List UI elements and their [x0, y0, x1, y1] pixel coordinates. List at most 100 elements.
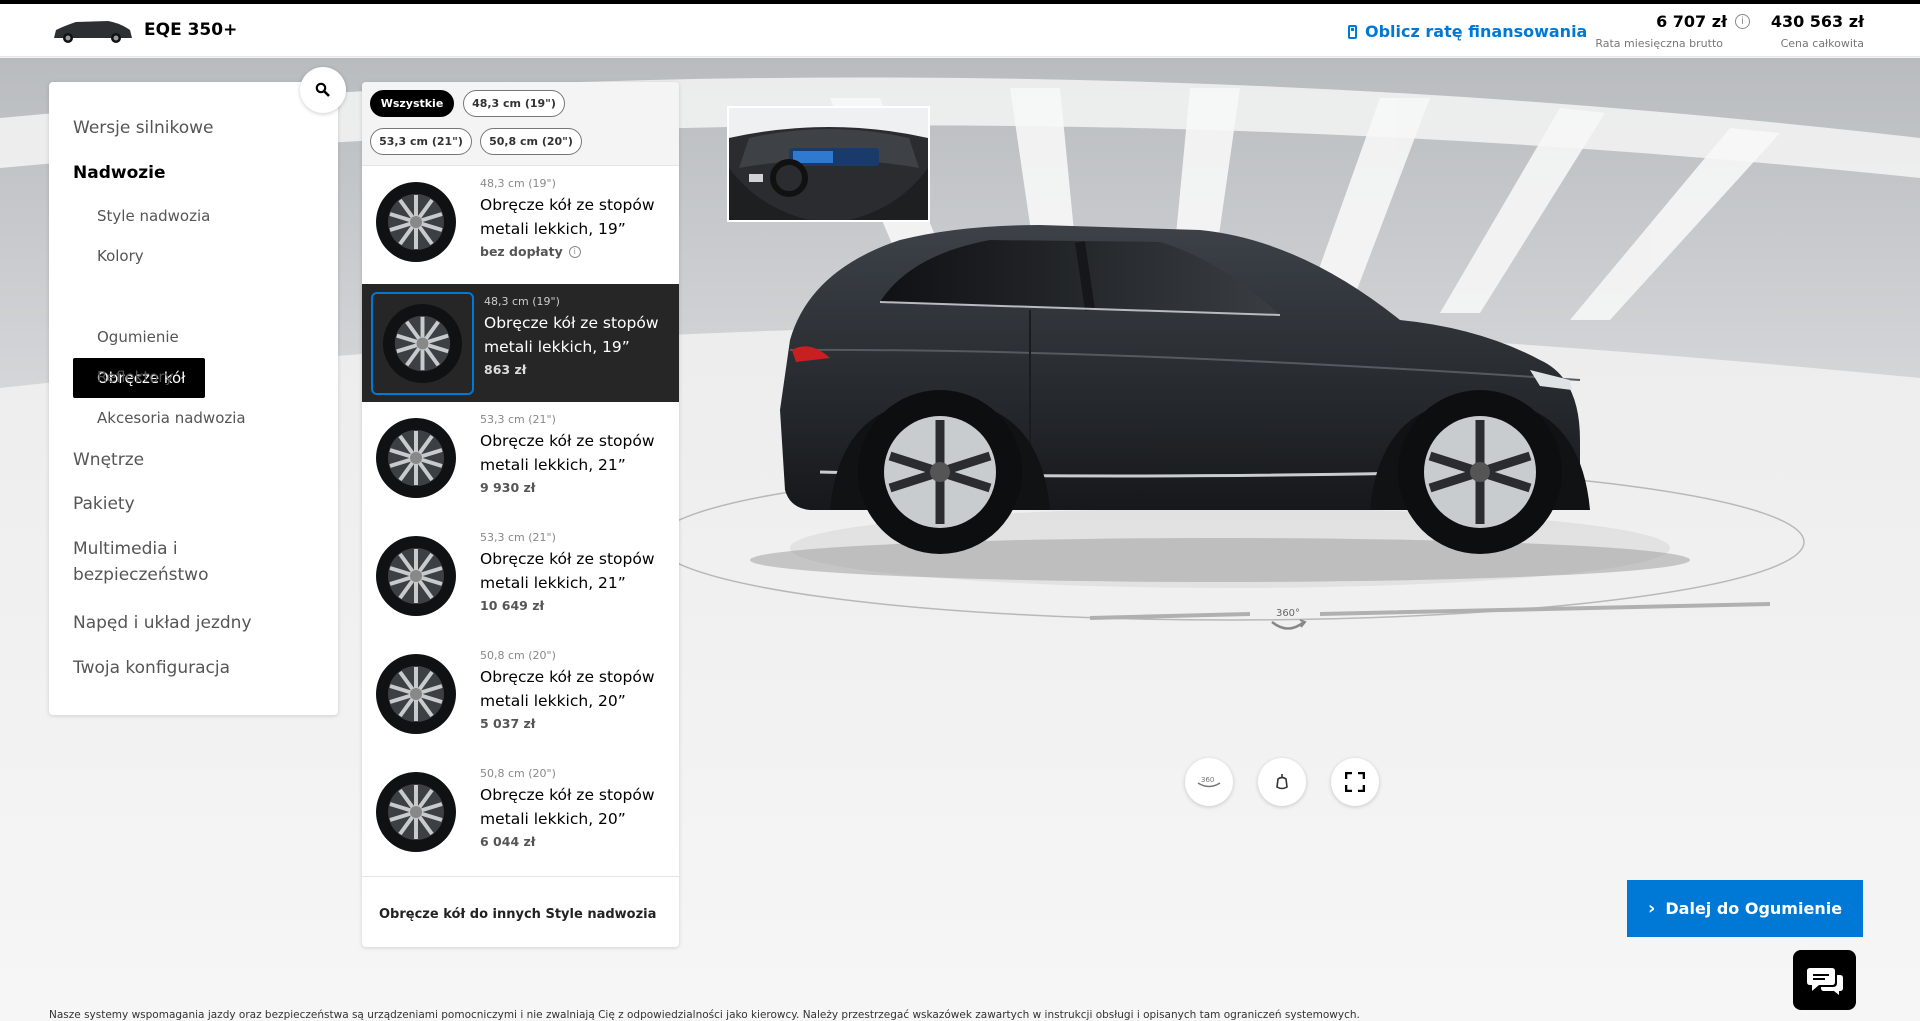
rim-size: 48,3 cm (19"): [484, 295, 560, 308]
calculator-icon: [1348, 24, 1357, 39]
rotate-360-indicator[interactable]: 360°: [1266, 608, 1310, 638]
rims-panel: Wszystkie 48,3 cm (19") 53,3 cm (21") 50…: [362, 82, 679, 947]
rim-name-line2: metali lekkich, 21”: [480, 574, 626, 592]
model-name: EQE 350+: [144, 20, 238, 40]
light-icon: [1276, 774, 1288, 790]
rim-name-line1: Obręcze kół ze stopów: [484, 314, 659, 332]
rim-option[interactable]: 50,8 cm (20") Obręcze kół ze stopów metali…: [362, 638, 679, 756]
nav-packages[interactable]: Pakiety: [73, 494, 135, 514]
rim-size: 50,8 cm (20"): [480, 767, 556, 780]
rim-size: 48,3 cm (19"): [480, 177, 556, 190]
nav-drive[interactable]: Napęd i układ jezdny: [73, 613, 252, 633]
rim-price: 5 037 zł: [480, 716, 535, 731]
rim-name-line2: metali lekkich, 21”: [480, 456, 626, 474]
nav-engine-versions[interactable]: Wersje silnikowe: [73, 118, 214, 138]
nav-multimedia-line2: bezpieczeństwo: [73, 565, 209, 585]
rim-image: [376, 182, 456, 262]
config-navigation: Wersje silnikowe Nadwozie Style nadwozia…: [49, 82, 338, 715]
other-body-styles-rims-link[interactable]: Obręcze kół do innych Style nadwozia: [362, 876, 679, 947]
search-icon: [315, 82, 330, 97]
rim-name: Obręcze kół ze stopów metali lekkich, 20”: [480, 783, 670, 831]
total-price: 430 563 zł Cena całkowita: [1760, 12, 1864, 50]
rim-price: 863 zł: [484, 362, 526, 377]
nav-body[interactable]: Nadwozie: [73, 163, 166, 183]
nav-interior[interactable]: Wnętrze: [73, 450, 144, 470]
rotate-360-label: 360°: [1275, 608, 1301, 619]
car-thumbnail[interactable]: [50, 18, 134, 44]
rim-image: [376, 536, 456, 616]
rim-price-value: 5 037 zł: [480, 716, 536, 731]
nav-your-configuration[interactable]: Twoja konfiguracja: [73, 658, 230, 678]
interior-view-thumbnail[interactable]: [727, 106, 930, 222]
filter-21[interactable]: 53,3 cm (21"): [370, 128, 472, 155]
chevron-right-icon: ›: [1647, 898, 1656, 919]
rim-image: [371, 292, 474, 395]
rim-option[interactable]: 48,3 cm (19") Obręcze kół ze stopów metali…: [362, 166, 679, 284]
nav-tyres[interactable]: Ogumienie: [97, 328, 179, 346]
monthly-price: 6 707 zł i Rata miesięczna brutto: [1590, 12, 1750, 50]
chat-button[interactable]: [1793, 950, 1856, 1010]
rim-option[interactable]: 53,3 cm (21") Obręcze kół ze stopów metali…: [362, 402, 679, 520]
chat-icon: [1806, 968, 1843, 995]
search-button[interactable]: [300, 67, 346, 113]
rim-price: bez dopłaty i: [480, 244, 581, 259]
rim-option-selected[interactable]: 48,3 cm (19") Obręcze kół ze stopów metali…: [362, 284, 679, 402]
disclaimer: Nasze systemy wspomagania jazdy oraz bez…: [49, 1009, 1360, 1021]
rim-name: Obręcze kół ze stopów metali lekkich, 21”: [480, 429, 670, 477]
rotate-360-icon: 360: [1197, 776, 1221, 788]
nav-multimedia[interactable]: Multimedia i bezpieczeństwo: [73, 539, 208, 585]
rim-price: 10 649 zł: [480, 598, 544, 613]
front-wheel: [1398, 390, 1562, 554]
rim-size: 53,3 cm (21"): [480, 531, 556, 544]
nav-multimedia-line1: Multimedia i: [73, 539, 178, 559]
finance-calculator-link[interactable]: Oblicz ratę finansowania: [1348, 22, 1587, 41]
rim-option[interactable]: 53,3 cm (21") Obręcze kół ze stopów metali…: [362, 520, 679, 638]
total-price-value: 430 563 zł: [1770, 12, 1864, 31]
fullscreen-button[interactable]: [1331, 758, 1379, 806]
svg-text:360: 360: [1201, 776, 1214, 784]
rim-name-line1: Obręcze kół ze stopów: [480, 786, 655, 804]
rim-image: [376, 654, 456, 734]
header: EQE 350+ Oblicz ratę finansowania 6 707 …: [0, 4, 1920, 57]
monthly-price-value: 6 707 zł: [1656, 12, 1727, 31]
rim-name-line2: metali lekkich, 20”: [480, 692, 626, 710]
info-icon[interactable]: i: [1735, 14, 1750, 29]
rim-name: Obręcze kół ze stopów metali lekkich, 19”: [484, 311, 674, 359]
rim-size: 53,3 cm (21"): [480, 413, 556, 426]
car-preview[interactable]: [700, 210, 1780, 590]
rim-price-value: 863 zł: [484, 362, 527, 377]
rim-option[interactable]: 50,8 cm (20") Obręcze kół ze stopów metali…: [362, 756, 679, 874]
rim-price-value: bez dopłaty: [480, 244, 563, 259]
rim-name: Obręcze kół ze stopów metali lekkich, 20”: [480, 665, 670, 713]
next-step-label: Dalej do Ogumienie: [1665, 899, 1843, 918]
nav-headlights[interactable]: Reflektory: [97, 368, 173, 386]
next-step-button[interactable]: › Dalej do Ogumienie: [1627, 880, 1863, 937]
rim-name-line1: Obręcze kół ze stopów: [480, 550, 655, 568]
rim-name-line1: Obręcze kół ze stopów: [480, 668, 655, 686]
nav-colors[interactable]: Kolory: [97, 247, 144, 265]
rim-price-value: 10 649 zł: [480, 598, 545, 613]
fullscreen-icon: [1345, 772, 1365, 792]
rim-image: [376, 418, 456, 498]
rim-name-line1: Obręcze kół ze stopów: [480, 432, 655, 450]
filter-all[interactable]: Wszystkie: [370, 90, 454, 117]
rim-price: 6 044 zł: [480, 834, 535, 849]
nav-body-accessories[interactable]: Akcesoria nadwozia: [97, 409, 246, 427]
size-filters: Wszystkie 48,3 cm (19") 53,3 cm (21") 50…: [362, 82, 679, 166]
rim-size: 50,8 cm (20"): [480, 649, 556, 662]
finance-link-label: Oblicz ratę finansowania: [1365, 22, 1588, 41]
rim-name-line2: metali lekkich, 19”: [484, 338, 630, 356]
total-price-label: Cena całkowita: [1780, 37, 1864, 50]
lighting-button[interactable]: [1258, 758, 1306, 806]
rim-name: Obręcze kół ze stopów metali lekkich, 21”: [480, 547, 670, 595]
info-icon[interactable]: i: [568, 245, 581, 258]
rim-name-line2: metali lekkich, 20”: [480, 810, 626, 828]
monthly-price-label: Rata miesięczna brutto: [1595, 37, 1723, 50]
rim-image: [376, 772, 456, 852]
rim-name-line2: metali lekkich, 19”: [480, 220, 626, 238]
nav-body-styles[interactable]: Style nadwozia: [97, 207, 210, 225]
rim-price-value: 6 044 zł: [480, 834, 536, 849]
filter-20[interactable]: 50,8 cm (20"): [480, 128, 582, 155]
filter-19[interactable]: 48,3 cm (19"): [463, 90, 565, 117]
view-360-button[interactable]: 360: [1185, 758, 1233, 806]
